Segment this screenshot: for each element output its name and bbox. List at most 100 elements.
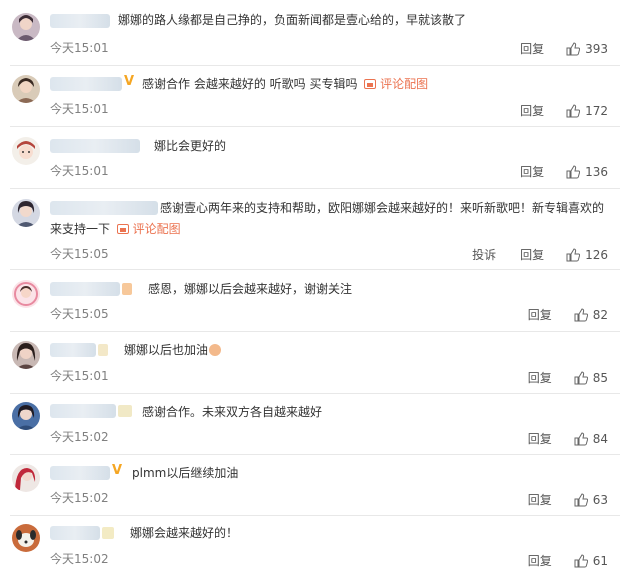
comment-text: 娜娜会越来越好的！ xyxy=(130,526,239,540)
like-count: 393 xyxy=(585,41,608,56)
comment-image-link[interactable]: 评论配图 xyxy=(114,222,181,236)
like-button[interactable]: 126 xyxy=(566,248,608,262)
comment-text-content-line2: 来支持一下 xyxy=(50,222,111,236)
thumbs-up-icon xyxy=(566,103,581,117)
like-count: 172 xyxy=(585,103,608,118)
verified-badge: V xyxy=(112,463,123,478)
timestamp: 今天15:01 xyxy=(50,164,109,178)
username-blurred-tail xyxy=(122,283,132,295)
like-button[interactable]: 63 xyxy=(574,493,608,507)
like-button[interactable]: 82 xyxy=(574,308,608,322)
comment-text: 感谢合作 会越来越好的 听歌吗 买专辑吗 评论配图 xyxy=(142,74,428,94)
reply-button[interactable]: 回复 xyxy=(528,552,552,569)
username-blurred[interactable] xyxy=(50,526,100,540)
muscle-emoji-icon xyxy=(209,344,222,356)
timestamp: 今天15:05 xyxy=(50,247,109,261)
timestamp: 今天15:02 xyxy=(50,552,109,566)
username-blurred[interactable] xyxy=(50,404,116,418)
like-button[interactable]: 84 xyxy=(574,432,608,446)
username-blurred-tail xyxy=(118,405,132,417)
avatar[interactable] xyxy=(12,402,40,430)
avatar[interactable] xyxy=(12,524,40,552)
like-count: 84 xyxy=(592,431,608,446)
like-button[interactable]: 393 xyxy=(566,42,608,56)
reply-button[interactable]: 回复 xyxy=(528,306,552,323)
comment-text: 感谢壹心两年来的支持和帮助，欧阳娜娜会越来越好的！来听新歌吧！新专辑喜欢的 xyxy=(160,198,604,218)
like-button[interactable]: 85 xyxy=(574,371,608,385)
comment-item: 感谢合作。未来双方各自越来越好 今天15:02 回复 84 xyxy=(0,394,630,455)
reply-button[interactable]: 回复 xyxy=(520,246,544,263)
username-blurred-tail xyxy=(98,344,108,356)
comment-item: 娜娜会越来越好的！ 今天15:02 回复 61 xyxy=(0,516,630,577)
reply-button[interactable]: 回复 xyxy=(520,102,544,119)
like-button[interactable]: 172 xyxy=(566,104,608,118)
comment-actions: 回复 63 xyxy=(504,491,608,508)
username-blurred[interactable] xyxy=(50,139,140,153)
comment-actions: 回复 85 xyxy=(504,369,608,386)
avatar[interactable] xyxy=(12,280,40,308)
picture-icon xyxy=(116,224,129,234)
username-blurred[interactable] xyxy=(50,14,110,28)
avatar[interactable] xyxy=(12,75,40,103)
username-blurred[interactable] xyxy=(50,201,158,215)
comment-actions: 投诉 回复 126 xyxy=(448,246,608,263)
comment-actions: 回复 82 xyxy=(504,306,608,323)
like-count: 82 xyxy=(592,307,608,322)
thumbs-up-icon xyxy=(574,492,588,506)
avatar[interactable] xyxy=(12,13,40,41)
avatar[interactable] xyxy=(12,137,40,165)
comment-item: V plmm以后继续加油 今天15:02 回复 63 xyxy=(0,455,630,516)
thumbs-up-icon xyxy=(574,370,588,384)
comment-text: 感谢合作。未来双方各自越来越好 xyxy=(142,405,323,419)
like-button[interactable]: 61 xyxy=(574,554,608,568)
username-blurred[interactable] xyxy=(50,77,122,91)
username-blurred[interactable] xyxy=(50,282,120,296)
reply-button[interactable]: 回复 xyxy=(528,491,552,508)
timestamp: 今天15:01 xyxy=(50,41,109,55)
avatar[interactable] xyxy=(12,464,40,492)
username-blurred-tail xyxy=(102,527,114,539)
comment-item: 娜娜的路人缘都是自己挣的，负面新闻都是壹心给的，早就该散了 今天15:01 回复… xyxy=(0,0,630,66)
comment-actions: 回复 393 xyxy=(496,40,608,57)
comment-item: V 感谢合作 会越来越好的 听歌吗 买专辑吗 评论配图 今天15:01 回复 1… xyxy=(0,66,630,127)
report-button[interactable]: 投诉 xyxy=(472,246,496,263)
comment-feed: 娜娜的路人缘都是自己挣的，负面新闻都是壹心给的，早就该散了 今天15:01 回复… xyxy=(0,0,640,577)
comment-text: 娜比会更好的 xyxy=(154,139,227,153)
thumbs-up-icon xyxy=(566,247,581,261)
thumbs-up-icon xyxy=(574,431,588,445)
comment-actions: 回复 61 xyxy=(504,552,608,569)
avatar[interactable] xyxy=(12,341,40,369)
comment-text: 娜娜以后也加油 xyxy=(124,340,222,360)
reply-button[interactable]: 回复 xyxy=(528,369,552,386)
like-button[interactable]: 136 xyxy=(566,165,608,179)
reply-button[interactable]: 回复 xyxy=(520,40,544,57)
reply-button[interactable]: 回复 xyxy=(528,430,552,447)
reply-button[interactable]: 回复 xyxy=(520,163,544,180)
username-blurred[interactable] xyxy=(50,343,96,357)
comment-item: 娜娜以后也加油 今天15:01 回复 85 xyxy=(0,332,630,394)
comment-text: 感恩，娜娜以后会越来越好，谢谢关注 xyxy=(148,282,353,296)
comment-actions: 回复 172 xyxy=(496,102,608,119)
comment-text-line2: 来支持一下 评论配图 xyxy=(50,219,181,239)
verified-badge: V xyxy=(124,74,135,89)
comment-text-content: 感谢合作 会越来越好的 听歌吗 买专辑吗 xyxy=(142,77,358,91)
comment-text-content: 娜娜以后也加油 xyxy=(124,343,209,357)
comment-text: plmm以后继续加油 xyxy=(132,466,239,480)
comment-image-link-label: 评论配图 xyxy=(380,77,429,91)
thumbs-up-icon xyxy=(574,553,588,567)
avatar[interactable] xyxy=(12,199,40,227)
like-count: 85 xyxy=(592,370,608,385)
comment-actions: 回复 136 xyxy=(496,163,608,180)
picture-icon xyxy=(364,79,377,89)
comment-image-link-label: 评论配图 xyxy=(132,222,181,236)
comment-text-content: 感谢壹心两年来的支持和帮助，欧阳娜娜会越来越好的！来听新歌吧！新专辑喜欢的 xyxy=(160,201,605,215)
timestamp: 今天15:05 xyxy=(50,307,109,321)
username-blurred[interactable] xyxy=(50,466,110,480)
comment-text: 娜娜的路人缘都是自己挣的，负面新闻都是壹心给的，早就该散了 xyxy=(118,13,467,27)
comment-image-link[interactable]: 评论配图 xyxy=(361,77,428,91)
like-count: 63 xyxy=(592,492,608,507)
like-count: 61 xyxy=(592,553,608,568)
comment-item: 娜比会更好的 今天15:01 回复 136 xyxy=(0,127,630,189)
thumbs-up-icon xyxy=(566,164,581,178)
like-count: 136 xyxy=(585,164,608,179)
